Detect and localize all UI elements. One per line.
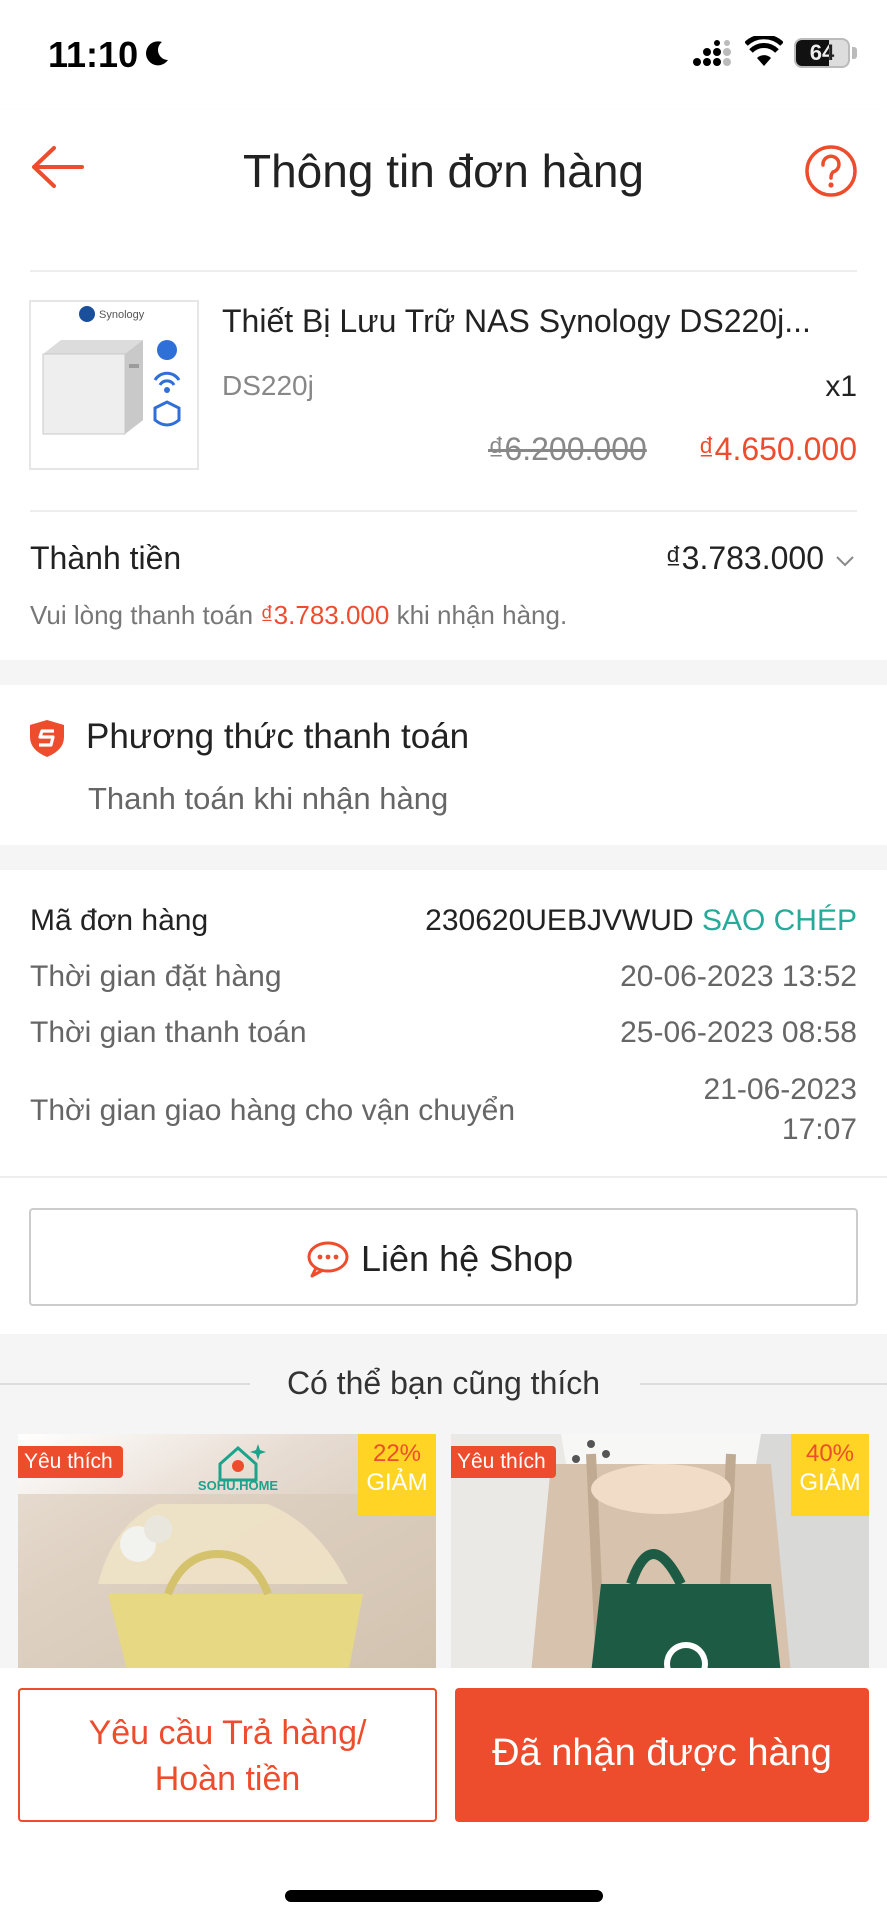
payment-method: Thanh toán khi nhận hàng <box>88 781 449 816</box>
return-refund-button[interactable]: Yêu cầu Trả hàng/ Hoàn tiền <box>18 1688 437 1822</box>
order-received-button[interactable]: Đã nhận được hàng <box>455 1688 869 1822</box>
page-title: Thông tin đơn hàng <box>242 145 645 197</box>
product-name[interactable]: Thiết Bị Lưu Trữ NAS Synology DS220j... <box>222 303 842 340</box>
total-value[interactable]: ₫3.783.000 <box>665 540 824 577</box>
divider <box>30 510 857 512</box>
product-thumbnail[interactable]: Synology <box>29 300 199 470</box>
shield-icon <box>30 720 64 757</box>
signal-icon <box>693 40 731 66</box>
return-label-line2: Hoàn tiền <box>154 1760 301 1798</box>
product-section: Synology Thiết Bị Lưu Trữ NAS Synology D… <box>0 235 887 660</box>
return-label-line1: Yêu cầu Trả hàng/ <box>88 1714 367 1752</box>
payment-title: Phương thức thanh toán <box>86 717 470 756</box>
price-sale: ₫4.650.000 <box>698 431 857 467</box>
home-indicator[interactable] <box>285 1890 603 1902</box>
copy-button[interactable]: SAO CHÉP <box>702 904 857 937</box>
contact-section: Liên hệ Shop <box>0 1178 887 1334</box>
order-received-label: Đã nhận được hàng <box>492 1732 832 1774</box>
svg-text:Synology: Synology <box>99 309 145 321</box>
favorite-badge: Yêu thích <box>18 1446 123 1478</box>
recommendations-header: Có thể bạn cũng thích <box>0 1355 887 1415</box>
favorite-badge: Yêu thích <box>451 1446 556 1478</box>
header: Thông tin đơn hàng <box>0 110 887 235</box>
payment-time-label: Thời gian thanh toán <box>30 1016 307 1049</box>
status-bar: 11:10 64 <box>0 0 887 110</box>
divider <box>30 270 857 272</box>
recommended-product-card[interactable]: Yêu thích 40% GIẢM <box>451 1434 869 1674</box>
contact-shop-button[interactable]: Liên hệ Shop <box>29 1208 858 1306</box>
moon-icon <box>146 41 168 66</box>
product-quantity: x1 <box>825 370 857 403</box>
nas-image: Synology <box>42 306 181 435</box>
product-variant: DS220j <box>222 370 314 401</box>
order-time-label: Thời gian đặt hàng <box>30 960 282 993</box>
payment-note-amount: ₫3.783.000 <box>260 600 390 630</box>
chevron-down-icon[interactable] <box>833 549 857 573</box>
chat-icon <box>307 1241 349 1278</box>
contact-shop-label: Liên hệ Shop <box>361 1238 574 1279</box>
price-original: ₫6.200.000 <box>488 431 647 467</box>
order-id-label: Mã đơn hàng <box>30 904 209 937</box>
recommended-product-card[interactable]: SOHU.HOME Yêu thích 22% GIẢM <box>18 1434 436 1674</box>
payment-note: Vui lòng thanh toán ₫3.783.000 khi nhận … <box>30 600 568 630</box>
battery-indicator: 64 <box>794 38 850 68</box>
order-time-value: 20-06-2023 13:52 <box>620 960 857 993</box>
bottom-action-bar: Yêu cầu Trả hàng/ Hoàn tiền Đã nhận được… <box>0 1668 887 1920</box>
total-label: Thành tiền <box>30 540 182 576</box>
order-info-section: Mã đơn hàng 230620UEBJVWUD SAO CHÉP Thời… <box>0 870 887 1178</box>
payment-method-section: Phương thức thanh toán Thanh toán khi nh… <box>0 685 887 845</box>
status-time: 11:10 <box>48 34 139 75</box>
help-icon[interactable] <box>804 144 858 198</box>
payment-time-value: 25-06-2023 08:58 <box>620 1016 857 1049</box>
order-id-value: 230620UEBJVWUD <box>425 904 694 937</box>
discount-badge: 40% GIẢM <box>791 1434 869 1516</box>
ship-time-label: Thời gian giao hàng cho vận chuyển <box>30 1094 516 1127</box>
shop-logo-text: SOHU.HOME <box>197 1478 279 1493</box>
wifi-icon <box>745 36 783 66</box>
discount-badge: 22% GIẢM <box>358 1434 436 1516</box>
ship-time-value: 21-06-2023 17:07 <box>703 1073 857 1146</box>
